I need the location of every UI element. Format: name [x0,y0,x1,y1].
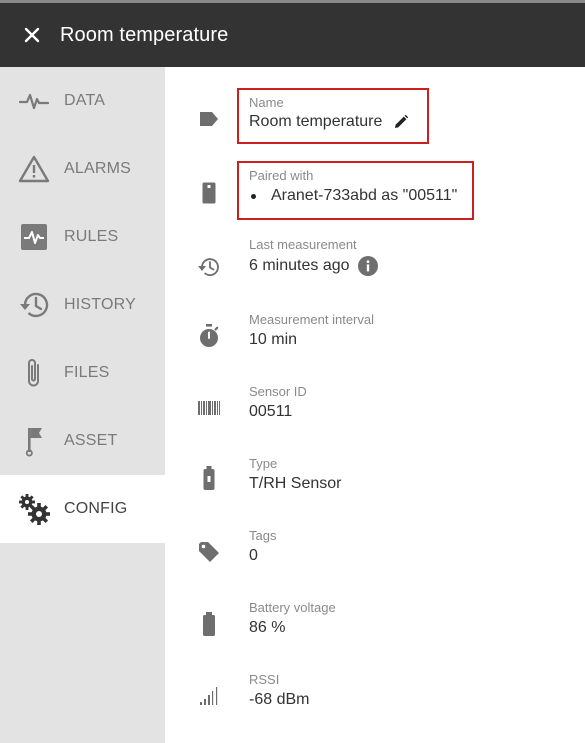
battery-value: 86 % [249,619,286,636]
sidebar-item-alarms[interactable]: ALARMS [0,135,165,203]
last-measurement-value: 6 minutes ago [249,256,378,276]
close-button[interactable] [18,21,46,49]
field-measurement-interval: Measurement interval 10 min [165,312,585,372]
field-paired-with: Paired with Aranet-733abd as "00511" [165,161,585,221]
sidebar: DATA ALARMS RULES HISTORY FILES ASSET CO… [0,67,165,743]
sidebar-item-label: HISTORY [64,296,136,313]
sensor-device-icon [195,179,223,207]
rules-icon [17,220,51,254]
sidebar-item-label: ASSET [64,432,118,449]
type-value: T/RH Sensor [249,475,342,492]
field-label: Paired with [249,168,314,183]
sidebar-item-history[interactable]: HISTORY [0,271,165,339]
info-icon [357,256,378,276]
sidebar-item-data[interactable]: DATA [0,67,165,135]
field-sensor-id: Sensor ID 00511 [165,384,585,444]
sidebar-item-label: FILES [64,364,110,381]
page-title: Room temperature [60,23,229,46]
edit-name-button[interactable] [392,113,410,131]
tags-value: 0 [249,547,258,564]
bullet [251,193,256,199]
field-label: RSSI [249,672,280,687]
paperclip-icon [17,356,51,390]
signal-strength-icon [195,682,223,710]
field-label: Last measurement [249,237,357,252]
field-label: Type [249,456,278,471]
barcode-icon [195,394,223,422]
label-tag-icon [195,105,223,133]
history-icon [195,253,223,281]
sidebar-item-label: ALARMS [64,160,131,177]
flag-icon [17,424,51,458]
name-text: Room temperature [249,113,383,130]
paired-text: Aranet-733abd as "00511" [271,187,458,204]
history-icon [17,288,51,322]
sidebar-item-label: RULES [64,228,119,245]
name-value: Room temperature [249,113,410,131]
sidebar-item-files[interactable]: FILES [0,339,165,407]
tag-icon [195,538,223,566]
field-tags: Tags 0 [165,528,585,588]
sidebar-item-rules[interactable]: RULES [0,203,165,271]
window-header: Room temperature [0,3,585,67]
last-measurement-text: 6 minutes ago [249,257,350,274]
stopwatch-icon [195,322,223,350]
sensor-id-value: 00511 [249,403,293,420]
info-button[interactable] [357,256,378,276]
field-label: Measurement interval [249,312,374,327]
field-label: Battery voltage [249,600,336,615]
sensor-type-icon [195,464,223,492]
field-label: Sensor ID [249,384,307,399]
field-battery-voltage: Battery voltage 86 % [165,600,585,660]
warning-icon [17,152,51,186]
sidebar-item-asset[interactable]: ASSET [0,407,165,475]
pencil-icon [395,114,409,128]
sidebar-item-config[interactable]: CONFIG [0,475,165,543]
field-label: Name [249,95,284,110]
field-type: Type T/RH Sensor [165,456,585,516]
field-label: Tags [249,528,277,543]
rssi-value: -68 dBm [249,691,310,708]
sidebar-item-label: DATA [64,92,106,109]
field-name: Name Room temperature [165,87,585,147]
config-panel: Name Room temperature Paired with Aranet… [165,67,585,743]
interval-value: 10 min [249,331,298,348]
paired-item[interactable]: Aranet-733abd as "00511" [249,187,457,205]
battery-icon [195,610,223,638]
field-rssi: RSSI -68 dBm [165,672,585,732]
gears-icon [17,492,51,526]
field-last-measurement: Last measurement 6 minutes ago [165,237,585,297]
close-icon [24,27,40,43]
sidebar-item-label: CONFIG [64,500,128,517]
pulse-icon [17,84,51,118]
